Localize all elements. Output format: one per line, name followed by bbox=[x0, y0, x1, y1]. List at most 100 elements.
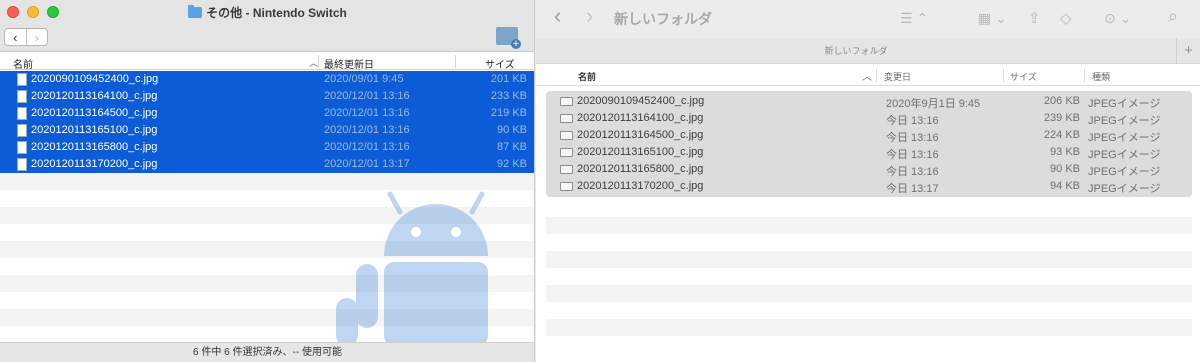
folder-icon bbox=[188, 5, 203, 18]
status-bar: 6 件中 6 件選択済み、-- 使用可能 bbox=[0, 342, 534, 362]
file-size: 201 KB bbox=[490, 73, 527, 85]
left-toolbar: ‹ › bbox=[0, 24, 534, 52]
file-size: 93 KB bbox=[1050, 146, 1080, 158]
file-name: 2020120113164100_c.jpg bbox=[31, 90, 158, 102]
file-row[interactable]: 2020120113165800_c.jpg 2020/12/01 13:16 87… bbox=[0, 139, 534, 156]
file-date: 2020/09/01 9:45 bbox=[324, 73, 404, 85]
file-name: 2020120113165800_c.jpg bbox=[31, 141, 158, 153]
file-date: 2020/12/01 13:17 bbox=[324, 158, 410, 170]
column-size[interactable]: サイズ bbox=[485, 56, 515, 71]
file-name: 2020120113165100_c.jpg bbox=[577, 146, 704, 158]
file-row[interactable]: 2020120113165100_c.jpg 2020/12/01 13:16 90… bbox=[0, 122, 534, 139]
left-column-header: 名前 ︿ 最終更新日 サイズ bbox=[0, 53, 534, 71]
file-row[interactable]: 2020120113164100_c.jpg 2020/12/01 13:16 23… bbox=[0, 88, 534, 105]
back-forward-control: ‹ › bbox=[4, 28, 48, 46]
file-kind: JPEGイメージ bbox=[1088, 183, 1161, 195]
file-name: 2020120113170200_c.jpg bbox=[577, 180, 704, 192]
column-modified[interactable]: 変更日 bbox=[884, 70, 911, 83]
file-row[interactable]: 2020090109452400_c.jpg 2020年9月1日 9:45 206 … bbox=[546, 93, 1192, 110]
view-options-icon[interactable]: ☰ ⌃ bbox=[900, 10, 928, 27]
file-row[interactable]: 2020120113165100_c.jpg 今日 13:16 93 KB JPEGイ… bbox=[546, 144, 1192, 161]
file-name: 2020090109452400_c.jpg bbox=[577, 95, 705, 107]
back-button[interactable]: ‹ bbox=[554, 3, 561, 29]
column-kind[interactable]: 種類 bbox=[1092, 70, 1110, 83]
document-icon bbox=[17, 141, 27, 154]
column-name[interactable]: 名前 bbox=[578, 70, 596, 83]
empty-row bbox=[546, 302, 1192, 319]
file-name: 2020120113164500_c.jpg bbox=[31, 107, 158, 119]
tag-icon[interactable]: ◇ bbox=[1060, 9, 1072, 27]
file-date: 今日 13:17 bbox=[886, 183, 939, 195]
finder-toolbar: ‹ › 新しいフォルダ ☰ ⌃ ▦ ⌄ ⇪ ◇ ⊙ ⌄ ⌕ bbox=[536, 0, 1200, 38]
android-file-transfer-window: その他 - Nintendo Switch ‹ › 名前 ︿ 最終更新日 サイズ… bbox=[0, 0, 535, 362]
file-kind: JPEGイメージ bbox=[1088, 98, 1161, 110]
file-date: 2020/12/01 13:16 bbox=[324, 90, 410, 102]
document-icon bbox=[17, 158, 27, 171]
finder-window: ‹ › 新しいフォルダ ☰ ⌃ ▦ ⌄ ⇪ ◇ ⊙ ⌄ ⌕ 新しいフォルダ + … bbox=[536, 0, 1200, 362]
image-file-icon bbox=[560, 165, 573, 174]
file-date: 2020年9月1日 9:45 bbox=[886, 98, 981, 110]
finder-file-list: 2020090109452400_c.jpg 2020年9月1日 9:45 206 … bbox=[546, 93, 1192, 195]
empty-row bbox=[546, 234, 1192, 251]
file-name: 2020120113165800_c.jpg bbox=[577, 163, 704, 175]
forward-button[interactable]: › bbox=[25, 29, 48, 45]
new-folder-icon[interactable] bbox=[496, 27, 521, 49]
search-icon[interactable]: ⌕ bbox=[1168, 6, 1178, 27]
finder-column-header: 名前 ︿ 変更日 サイズ 種類 bbox=[536, 65, 1200, 86]
file-name: 2020090109452400_c.jpg bbox=[31, 73, 159, 85]
file-kind: JPEGイメージ bbox=[1088, 115, 1161, 127]
left-window-title-wrap: その他 - Nintendo Switch bbox=[0, 4, 534, 21]
file-date: 2020/12/01 13:16 bbox=[324, 107, 410, 119]
file-date: 今日 13:16 bbox=[886, 166, 939, 178]
column-divider[interactable] bbox=[876, 69, 877, 82]
file-name: 2020120113165100_c.jpg bbox=[31, 124, 158, 136]
image-file-icon bbox=[560, 114, 573, 123]
column-divider[interactable] bbox=[1003, 69, 1004, 82]
empty-row bbox=[546, 336, 1192, 353]
file-size: 233 KB bbox=[490, 90, 527, 102]
document-icon bbox=[17, 73, 27, 86]
file-row[interactable]: 2020120113170200_c.jpg 今日 13:17 94 KB JPEGイ… bbox=[546, 178, 1192, 195]
new-tab-button[interactable]: + bbox=[1176, 38, 1200, 64]
finder-title: 新しいフォルダ bbox=[614, 11, 712, 27]
tab-new-folder[interactable]: 新しいフォルダ bbox=[536, 38, 1176, 64]
column-size[interactable]: サイズ bbox=[1010, 70, 1037, 83]
file-kind: JPEGイメージ bbox=[1088, 132, 1161, 144]
empty-row bbox=[546, 251, 1192, 268]
file-name: 2020120113164500_c.jpg bbox=[577, 129, 704, 141]
file-size: 239 KB bbox=[1043, 112, 1080, 124]
file-size: 87 KB bbox=[497, 141, 527, 153]
left-titlebar: その他 - Nintendo Switch bbox=[0, 0, 534, 24]
group-icon[interactable]: ▦ ⌄ bbox=[978, 10, 1007, 27]
column-divider[interactable] bbox=[1084, 69, 1085, 82]
document-icon bbox=[17, 124, 27, 137]
image-file-icon bbox=[560, 97, 573, 106]
document-icon bbox=[17, 107, 27, 120]
file-row[interactable]: 2020120113170200_c.jpg 2020/12/01 13:17 92… bbox=[0, 156, 534, 173]
forward-button[interactable]: › bbox=[586, 3, 593, 29]
file-size: 224 KB bbox=[1043, 129, 1080, 141]
column-modified[interactable]: 最終更新日 bbox=[324, 56, 374, 71]
column-divider[interactable] bbox=[318, 55, 319, 68]
empty-row bbox=[546, 268, 1192, 285]
file-date: 今日 13:16 bbox=[886, 132, 939, 144]
empty-row bbox=[546, 319, 1192, 336]
file-row[interactable]: 2020090109452400_c.jpg 2020/09/01 9:45 201… bbox=[0, 71, 534, 88]
back-button[interactable]: ‹ bbox=[5, 29, 26, 45]
image-file-icon bbox=[560, 182, 573, 191]
sort-ascending-icon: ︿ bbox=[309, 58, 319, 68]
file-row[interactable]: 2020120113164500_c.jpg 2020/12/01 13:16 21… bbox=[0, 105, 534, 122]
file-row[interactable]: 2020120113164100_c.jpg 今日 13:16 239 KB JPEG… bbox=[546, 110, 1192, 127]
file-kind: JPEGイメージ bbox=[1088, 149, 1161, 161]
file-date: 2020/12/01 13:16 bbox=[324, 124, 410, 136]
file-row[interactable]: 2020120113164500_c.jpg 今日 13:16 224 KB JPEG… bbox=[546, 127, 1192, 144]
image-file-icon bbox=[560, 131, 573, 140]
file-row[interactable]: 2020120113165800_c.jpg 今日 13:16 90 KB JPEGイ… bbox=[546, 161, 1192, 178]
file-name: 2020120113164100_c.jpg bbox=[577, 112, 704, 124]
column-name[interactable]: 名前 bbox=[13, 56, 33, 71]
document-icon bbox=[17, 90, 27, 103]
file-date: 2020/12/01 13:16 bbox=[324, 141, 410, 153]
share-icon[interactable]: ⇪ bbox=[1028, 9, 1041, 27]
column-divider[interactable] bbox=[455, 55, 456, 68]
more-actions-icon[interactable]: ⊙ ⌄ bbox=[1104, 10, 1131, 27]
